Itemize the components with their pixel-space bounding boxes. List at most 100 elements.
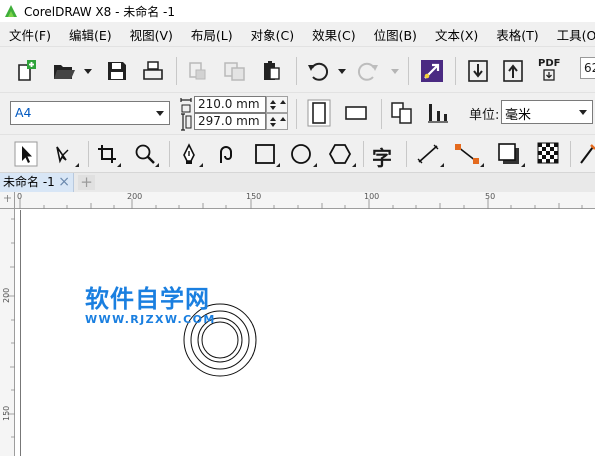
title-bar: CorelDRAW X8 - 未命名 -1 xyxy=(0,0,595,22)
search-content-button[interactable] xyxy=(420,59,444,83)
toolbox: 字 xyxy=(0,134,595,172)
page-height-field[interactable]: 297.0 mm xyxy=(194,113,266,130)
units-dropdown[interactable]: 毫米 xyxy=(501,100,593,124)
ruler-label: 100 xyxy=(364,192,380,201)
pointer-arrow-icon xyxy=(14,141,38,167)
drawing-canvas[interactable] xyxy=(16,210,595,456)
flyout-arrow[interactable] xyxy=(352,159,356,167)
copy-button[interactable] xyxy=(223,60,247,82)
zoom-level-field[interactable]: 62 xyxy=(580,57,595,79)
ruler-label: 200 xyxy=(2,287,11,303)
ruler-label: 150 xyxy=(246,192,262,201)
export-icon xyxy=(503,60,523,82)
save-button[interactable] xyxy=(106,60,128,82)
eyedropper-tool[interactable] xyxy=(579,143,595,165)
flyout-arrow[interactable] xyxy=(199,159,203,167)
flyout-arrow[interactable] xyxy=(440,159,444,167)
diagonal-dimension-icon xyxy=(417,144,439,164)
ruler-origin[interactable] xyxy=(0,192,15,209)
watermark: 软件自学网 WWW.RJZXW.COM xyxy=(85,286,216,326)
artistic-media-tool[interactable] xyxy=(215,143,237,165)
drop-shadow-tool[interactable] xyxy=(497,142,521,166)
rectangle-tool[interactable] xyxy=(254,143,276,165)
horizontal-ruler[interactable]: 0 200 150 100 50 xyxy=(15,192,595,209)
menu-table[interactable]: 表格(T) xyxy=(487,25,547,44)
pdf-label: PDF xyxy=(538,58,561,69)
toolbar-separator xyxy=(381,99,382,129)
connector-tool[interactable] xyxy=(454,143,480,165)
redo-icon xyxy=(357,62,378,81)
drop-shadow-icon xyxy=(498,143,519,164)
page-size-dropdown[interactable]: A4 xyxy=(10,101,170,125)
page-width-stepper[interactable] xyxy=(266,96,288,113)
menu-text[interactable]: 文本(X) xyxy=(426,25,487,44)
flyout-arrow[interactable] xyxy=(313,159,317,167)
freehand-tool[interactable] xyxy=(178,143,200,165)
toolbar-separator xyxy=(363,141,364,167)
open-dropdown-arrow[interactable] xyxy=(84,69,92,74)
flyout-arrow[interactable] xyxy=(276,159,280,167)
import-button[interactable] xyxy=(467,59,489,83)
page-width-field[interactable]: 210.0 mm xyxy=(194,96,266,113)
redo-dropdown-arrow[interactable] xyxy=(391,69,399,74)
all-pages-button[interactable] xyxy=(390,101,414,125)
vertical-ruler[interactable]: 200 150 xyxy=(0,209,15,456)
menu-edit[interactable]: 编辑(E) xyxy=(60,25,121,44)
flyout-arrow[interactable] xyxy=(521,159,525,167)
page-size-value: A4 xyxy=(15,105,32,120)
flyout-arrow[interactable] xyxy=(75,159,79,167)
export-button[interactable] xyxy=(502,59,524,83)
menu-file[interactable]: 文件(F) xyxy=(0,25,60,44)
flyout-arrow[interactable] xyxy=(155,159,159,167)
current-page-button[interactable] xyxy=(426,101,450,125)
toolbar-separator xyxy=(88,141,89,167)
new-document-button[interactable] xyxy=(14,59,38,83)
all-pages-icon xyxy=(391,102,412,124)
flyout-arrow[interactable] xyxy=(480,159,484,167)
add-document-button[interactable]: + xyxy=(78,175,95,190)
polygon-tool[interactable] xyxy=(328,142,352,166)
paste-button[interactable] xyxy=(260,60,282,82)
ellipse-tool[interactable] xyxy=(290,143,312,165)
undo-button[interactable] xyxy=(306,60,330,82)
units-value: 毫米 xyxy=(505,108,532,123)
pdf-icon xyxy=(543,69,555,81)
close-tab-icon[interactable]: × xyxy=(58,173,70,191)
undo-dropdown-arrow[interactable] xyxy=(338,69,346,74)
brush-curve-icon xyxy=(220,146,232,163)
redo-button[interactable] xyxy=(356,60,380,82)
menu-view[interactable]: 视图(V) xyxy=(121,25,182,44)
unit-label: 单位: xyxy=(469,108,500,123)
document-tab[interactable]: 未命名 -1 × xyxy=(0,173,74,192)
shape-tool[interactable] xyxy=(52,144,74,166)
print-button[interactable] xyxy=(141,59,165,83)
current-page-icon xyxy=(428,104,448,123)
menu-tools[interactable]: 工具(O) xyxy=(548,25,595,44)
toolbar-separator xyxy=(296,57,297,85)
open-button[interactable] xyxy=(52,60,76,82)
menu-layout[interactable]: 布局(L) xyxy=(182,25,242,44)
landscape-button[interactable] xyxy=(343,103,369,123)
text-tool[interactable]: 字 xyxy=(372,142,392,171)
checkerboard-icon xyxy=(537,142,559,164)
cut-icon xyxy=(189,62,206,80)
menu-effects[interactable]: 效果(C) xyxy=(303,25,364,44)
property-bar: A4 210.0 mm 297.0 mm 单位: 毫米 xyxy=(0,92,595,134)
page-border xyxy=(20,210,21,456)
cut-button[interactable] xyxy=(187,60,209,82)
publish-pdf-button[interactable]: PDF xyxy=(538,58,560,81)
dimension-tool[interactable] xyxy=(416,143,440,165)
portrait-button[interactable] xyxy=(307,99,331,127)
transparency-tool[interactable] xyxy=(537,142,559,164)
landscape-icon xyxy=(345,106,367,120)
zoom-tool[interactable] xyxy=(134,143,156,165)
crop-tool[interactable] xyxy=(96,143,118,165)
window-title: CorelDRAW X8 - 未命名 -1 xyxy=(24,4,176,19)
menu-object[interactable]: 对象(C) xyxy=(242,25,303,44)
menu-bitmaps[interactable]: 位图(B) xyxy=(365,25,426,44)
toolbar-separator xyxy=(176,57,177,85)
flyout-arrow[interactable] xyxy=(117,159,121,167)
pick-tool[interactable] xyxy=(14,141,38,167)
width-icon xyxy=(180,98,192,113)
page-height-stepper[interactable] xyxy=(266,113,288,130)
